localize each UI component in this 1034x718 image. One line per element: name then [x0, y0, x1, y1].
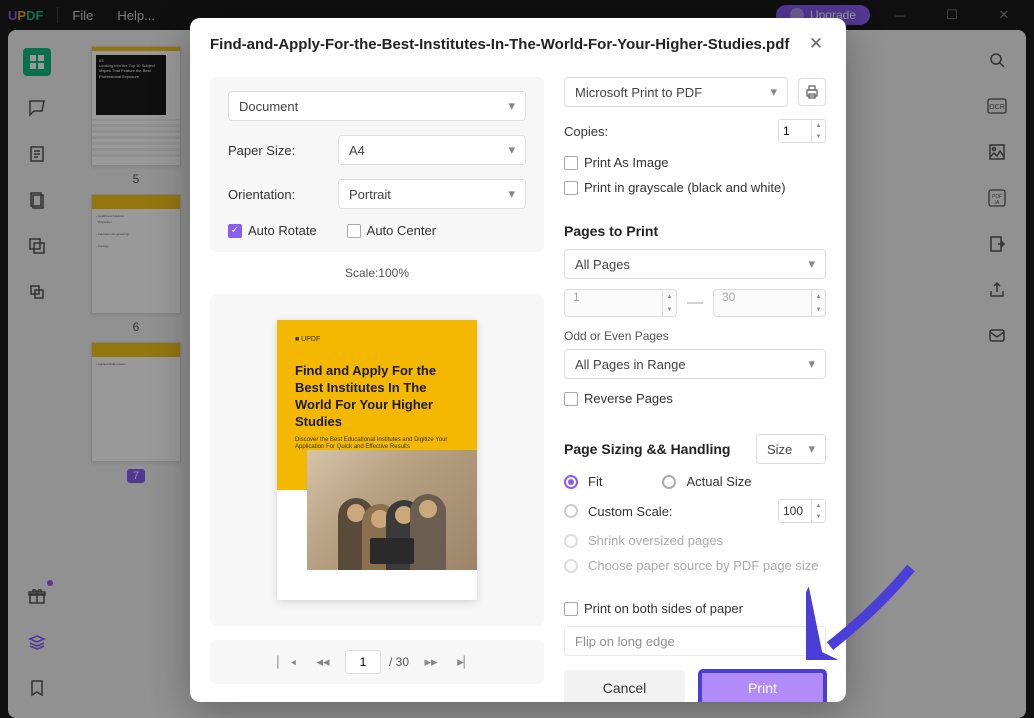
actual-size-label: Actual Size — [686, 474, 751, 489]
paper-size-dropdown[interactable]: A4 — [338, 135, 526, 165]
choose-paper-radio — [564, 559, 578, 573]
orientation-label: Orientation: — [228, 187, 328, 202]
auto-rotate-checkbox[interactable]: ✓ — [228, 224, 242, 238]
page-sizing-title: Page Sizing && Handling — [564, 441, 730, 457]
size-dropdown[interactable]: Size — [756, 434, 826, 464]
print-as-image-label: Print As Image — [584, 155, 669, 170]
preview-logo: ■ UPDF — [295, 336, 459, 343]
custom-scale-input[interactable]: 100▲▼ — [778, 499, 826, 523]
paper-size-label: Paper Size: — [228, 143, 328, 158]
auto-center-label: Auto Center — [367, 223, 436, 238]
odd-even-dropdown[interactable]: All Pages in Range — [564, 349, 826, 379]
both-sides-checkbox[interactable] — [564, 602, 578, 616]
range-dash: — — [687, 294, 703, 312]
shrink-label: Shrink oversized pages — [588, 533, 723, 548]
fit-radio[interactable] — [564, 475, 578, 489]
cancel-button[interactable]: Cancel — [564, 670, 685, 702]
fit-label: Fit — [588, 474, 602, 489]
print-grayscale-checkbox[interactable] — [564, 181, 578, 195]
custom-scale-label: Custom Scale: — [588, 504, 673, 519]
print-dialog: Find-and-Apply-For-the-Best-Institutes-I… — [190, 18, 846, 702]
print-grayscale-label: Print in grayscale (black and white) — [584, 180, 786, 195]
pager-last-icon[interactable]: ▸⎸ — [453, 648, 481, 676]
print-as-image-checkbox[interactable] — [564, 156, 578, 170]
pager: ⎸◂ ◂◂ / 30 ▸▸ ▸⎸ — [210, 640, 544, 684]
document-type-dropdown[interactable]: Document — [228, 91, 526, 121]
pager-current-input[interactable] — [345, 650, 381, 674]
auto-rotate-label: Auto Rotate — [248, 223, 317, 238]
choose-paper-label: Choose paper source by PDF page size — [588, 558, 819, 573]
range-to-input[interactable]: 30▲▼ — [713, 289, 826, 317]
pager-prev-icon[interactable]: ◂◂ — [309, 648, 337, 676]
custom-scale-radio[interactable] — [564, 504, 578, 518]
close-icon[interactable]: ✕ — [806, 34, 826, 54]
auto-center-checkbox[interactable] — [347, 224, 361, 238]
range-from-input[interactable]: 1▲▼ — [564, 289, 677, 317]
printer-dropdown[interactable]: Microsoft Print to PDF — [564, 77, 788, 107]
flip-dropdown: Flip on long edge — [564, 626, 826, 656]
pages-to-print-title: Pages to Print — [564, 223, 826, 239]
preview-title: Find and Apply For the Best Institutes I… — [295, 363, 459, 431]
printer-settings-icon[interactable] — [798, 78, 826, 106]
copies-label: Copies: — [564, 124, 608, 139]
shrink-radio — [564, 534, 578, 548]
pager-first-icon[interactable]: ⎸◂ — [273, 648, 301, 676]
both-sides-label: Print on both sides of paper — [584, 601, 743, 616]
copies-input[interactable]: 1▲▼ — [778, 119, 826, 143]
reverse-pages-checkbox[interactable] — [564, 392, 578, 406]
pager-next-icon[interactable]: ▸▸ — [417, 648, 445, 676]
preview-page: ■ UPDF Find and Apply For the Best Insti… — [277, 320, 477, 600]
print-button[interactable]: Print — [699, 670, 826, 702]
actual-size-radio[interactable] — [662, 475, 676, 489]
scale-text: Scale:100% — [210, 266, 544, 280]
pager-total: / 30 — [389, 655, 409, 669]
orientation-dropdown[interactable]: Portrait — [338, 179, 526, 209]
reverse-pages-label: Reverse Pages — [584, 391, 673, 406]
pages-to-print-dropdown[interactable]: All Pages — [564, 249, 826, 279]
dialog-title: Find-and-Apply-For-the-Best-Institutes-I… — [210, 36, 789, 53]
preview-box: ■ UPDF Find and Apply For the Best Insti… — [210, 294, 544, 626]
odd-even-label: Odd or Even Pages — [564, 329, 826, 343]
